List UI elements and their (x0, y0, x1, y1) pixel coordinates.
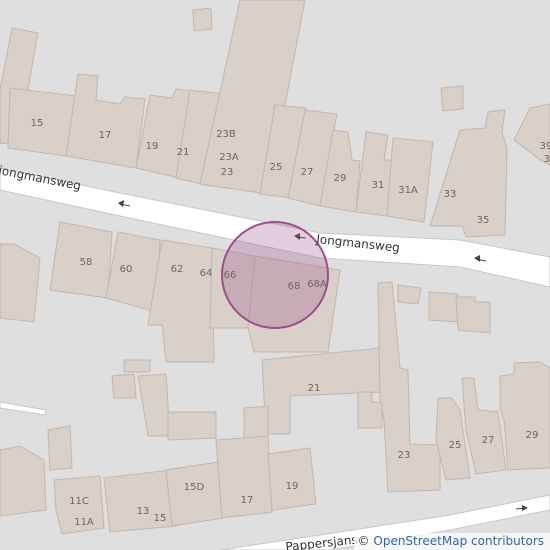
house-number: 19 (286, 481, 299, 492)
path-west (0, 401, 47, 416)
house-number: 13 (137, 506, 150, 517)
house-number: 21 (308, 383, 321, 394)
house-number: 39 (540, 141, 550, 152)
house-number: 64 (200, 268, 213, 279)
house-number: 15 (154, 513, 167, 524)
house-number: 21 (177, 147, 190, 158)
house-number: 27 (301, 167, 314, 178)
house-number: 11C (69, 496, 89, 507)
house-number: 23A (219, 152, 239, 163)
map-canvas[interactable]: jongmansweg Jongmansweg Pappersjans 15 1… (0, 0, 550, 550)
house-number: 62 (171, 264, 184, 275)
house-number: 23 (221, 167, 234, 178)
house-number: 60 (120, 264, 133, 275)
map-attribution: © OpenStreetMap contributors (353, 533, 550, 550)
house-number: 19 (146, 141, 159, 152)
copyright-symbol: © (357, 534, 370, 548)
house-number: 31A (398, 185, 418, 196)
house-number: 15D (184, 482, 205, 493)
map-layer: jongmansweg Jongmansweg Pappersjans 15 1… (0, 0, 550, 550)
house-number: 11A (74, 517, 94, 528)
house-number: 29 (334, 173, 347, 184)
house-number: 31 (372, 180, 385, 191)
house-number: 33 (444, 189, 457, 200)
house-number: 39 (544, 154, 550, 165)
house-number: 25 (449, 440, 462, 451)
house-number: 68A (307, 279, 327, 290)
house-number: 25 (270, 162, 283, 173)
house-number: 17 (99, 130, 112, 141)
house-number: 29 (526, 430, 539, 441)
house-number: 23 (398, 450, 411, 461)
location-marker[interactable] (221, 221, 329, 329)
osm-contributors-link[interactable]: OpenStreetMap contributors (373, 534, 544, 548)
house-number: 58 (80, 257, 93, 268)
house-number: 23B (216, 129, 236, 140)
house-number: 68 (288, 281, 301, 292)
house-number: 17 (241, 495, 254, 506)
house-number: 27 (482, 435, 495, 446)
house-number: 66 (224, 270, 237, 281)
house-number: 35 (477, 215, 490, 226)
house-number: 15 (31, 118, 44, 129)
